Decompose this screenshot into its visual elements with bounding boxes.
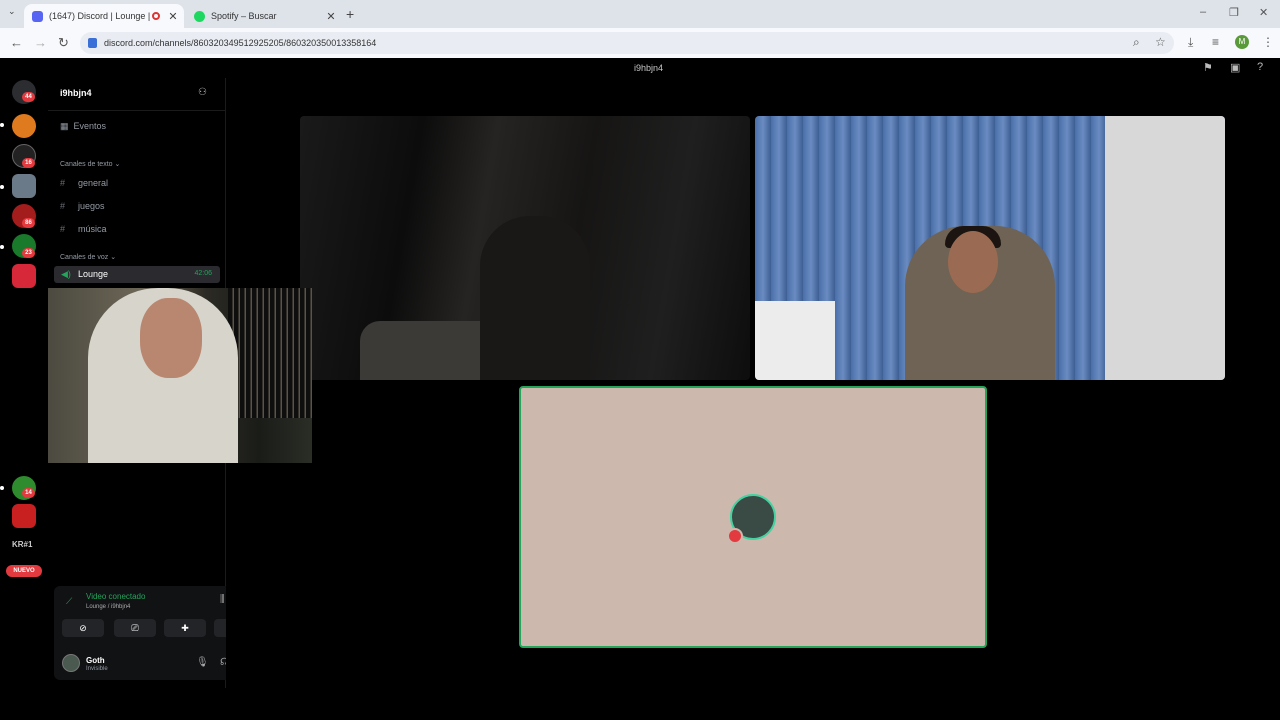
menu-icon[interactable]: ⋮ [1262, 35, 1274, 49]
mention-badge: 44 [22, 92, 35, 102]
download-icon[interactable]: ⤓ [1188, 35, 1193, 50]
camera-off-button[interactable]: ⊘ [62, 619, 104, 637]
participant-video [360, 321, 500, 380]
tab-spotify[interactable]: Spotify – Buscar ✕ [186, 4, 342, 28]
server-list: 44 16 86 23 14 KR#1 NUEVO [0, 78, 48, 688]
flag-icon[interactable]: ⚑ [1203, 61, 1213, 74]
self-video-pip[interactable] [48, 288, 312, 463]
server-icon[interactable] [12, 504, 36, 528]
site-info-icon[interactable] [88, 38, 97, 48]
video-tile[interactable] [755, 116, 1225, 380]
mention-badge: 16 [22, 158, 35, 168]
discord-top-bar: i9hbjn4 ⚑ ▣ ? [0, 58, 1280, 78]
speaking-tile[interactable] [519, 386, 987, 648]
close-window-icon[interactable]: ✕ [1259, 6, 1268, 19]
add-member-icon[interactable]: ⚇ [198, 87, 207, 98]
zoom-icon[interactable]: ⌕ [1133, 35, 1140, 50]
browser-tab-bar: ⌄ (1647) Discord | Lounge | 9 ✕ Spotify … [0, 0, 1280, 28]
mention-badge: 23 [22, 248, 35, 258]
nuevo-badge: NUEVO [6, 565, 42, 577]
voice-channel-lounge[interactable]: ◀) Lounge 42:06 [54, 266, 220, 283]
connection-status[interactable]: Video conectado [86, 592, 145, 601]
bookmark-star-icon[interactable]: ☆ [1155, 35, 1166, 49]
channel-juegos[interactable]: # juegos [60, 201, 105, 211]
server-icon[interactable] [12, 174, 36, 198]
inbox-icon[interactable]: ▣ [1230, 61, 1240, 74]
noise-suppression-icon[interactable]: ⫼ [220, 594, 225, 605]
spotify-favicon-icon [194, 10, 205, 22]
activities-button[interactable]: ✚ [164, 619, 206, 637]
minimize-icon[interactable]: – [1200, 6, 1206, 18]
profile-avatar[interactable]: M [1235, 35, 1249, 49]
muted-icon [727, 528, 743, 544]
tab-search-icon[interactable]: ⌄ [8, 6, 16, 17]
hash-icon: # [60, 178, 66, 188]
hash-icon: # [60, 224, 66, 234]
channel-general[interactable]: # general [60, 178, 108, 188]
close-tab-icon[interactable]: ✕ [324, 10, 338, 23]
mention-badge: 86 [22, 218, 35, 228]
server-label[interactable]: KR#1 [12, 540, 32, 549]
recording-icon [152, 12, 160, 20]
call-duration: 42:06 [194, 270, 212, 277]
signal-icon[interactable]: ⟋ [66, 596, 72, 607]
new-tab-icon[interactable]: + [346, 6, 354, 22]
user-avatar[interactable] [62, 654, 80, 672]
url-text: discord.com/channels/860320349512925205/… [104, 38, 377, 48]
media-control-icon[interactable]: ≡ [1212, 35, 1219, 49]
channel-musica[interactable]: # música [60, 224, 107, 234]
address-bar[interactable]: discord.com/channels/860320349512925205/… [80, 32, 1174, 54]
discord-favicon-icon [32, 10, 43, 22]
tab-title: (1647) Discord | Lounge | 9 [49, 11, 152, 21]
tab-title: Spotify – Buscar [211, 11, 277, 21]
reload-icon[interactable]: ↻ [58, 35, 69, 51]
connection-subtitle: Lounge / i9hbjn4 [86, 604, 131, 610]
server-icon[interactable] [12, 264, 36, 288]
text-category[interactable]: Canales de texto ⌄ [60, 160, 120, 168]
tab-discord[interactable]: (1647) Discord | Lounge | 9 ✕ [24, 4, 184, 28]
channel-title: i9hbjn4 [634, 63, 664, 73]
user-status: Invisible [86, 666, 108, 672]
username[interactable]: Goth [86, 656, 105, 665]
voice-category[interactable]: Canales de voz ⌄ [60, 253, 116, 261]
maximize-icon[interactable]: ❐ [1229, 6, 1239, 19]
back-icon[interactable]: ← [10, 35, 23, 50]
close-tab-icon[interactable]: ✕ [166, 10, 180, 23]
server-icon[interactable] [12, 114, 36, 138]
server-name[interactable]: i9hbjn4 [60, 88, 92, 98]
forward-icon[interactable]: → [34, 35, 47, 50]
video-tile[interactable] [300, 116, 750, 380]
help-icon[interactable]: ? [1257, 61, 1263, 73]
screen-share-button[interactable]: ⎚ [114, 619, 156, 637]
hash-icon: # [60, 201, 66, 211]
speaker-icon: ◀) [61, 269, 71, 279]
browser-nav-bar: ← → ↻ discord.com/channels/8603203495129… [0, 28, 1280, 58]
mention-badge: 14 [22, 488, 35, 498]
events-link[interactable]: ▦ Eventos [60, 121, 106, 132]
microphone-icon[interactable]: 🎙︎ [196, 657, 209, 668]
